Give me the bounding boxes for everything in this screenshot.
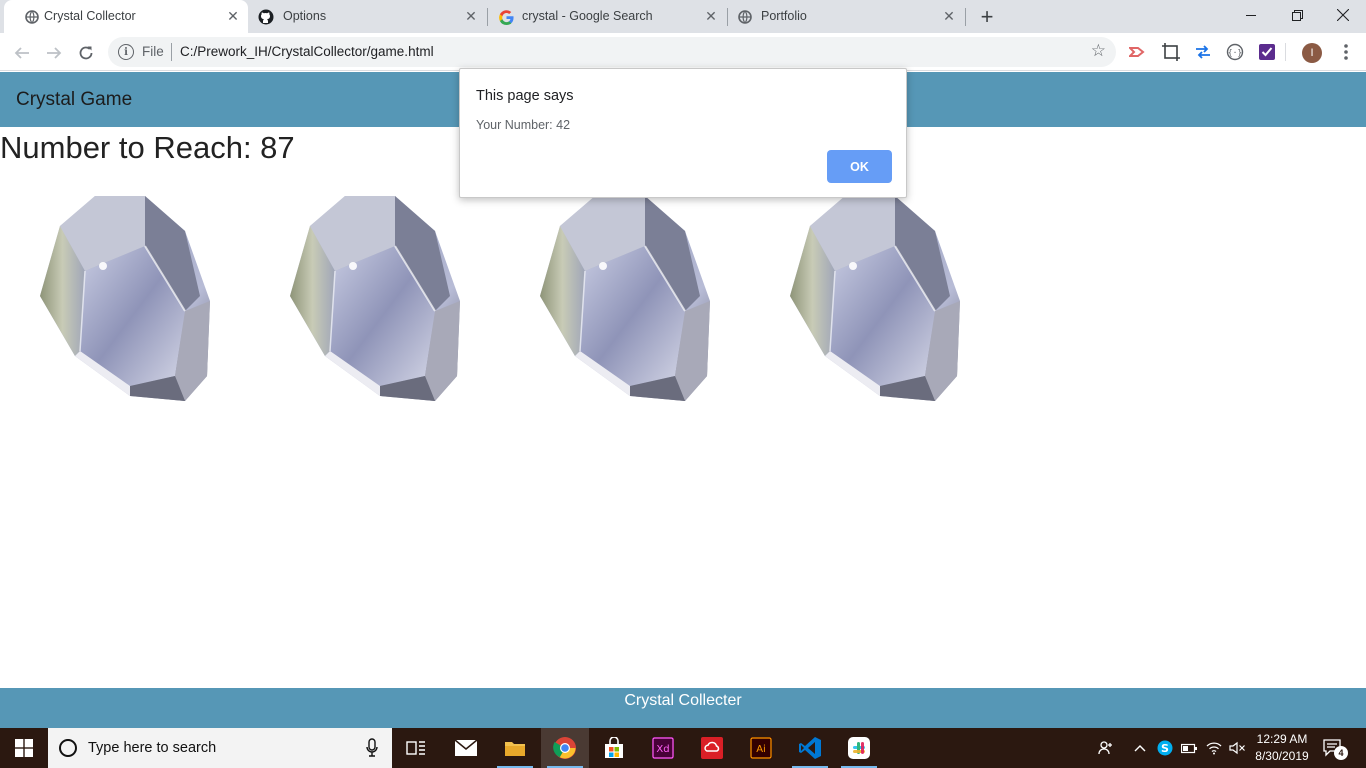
chrome-menu-icon[interactable] [1336,42,1356,62]
notification-count-badge: 4 [1334,746,1348,760]
file-explorer-icon[interactable] [491,728,539,768]
dialog-title: This page says [476,88,574,104]
tab-title: Portfolio [761,9,807,23]
windows-taskbar: Type here to search Xd Ai S 12:29 AM 8/3… [0,728,1366,768]
mail-icon[interactable] [442,728,490,768]
crystal-button-2[interactable] [280,186,470,408]
dialog-message: Your Number: 42 [476,118,571,132]
vscode-icon[interactable] [786,728,834,768]
crystal-button-4[interactable] [780,186,970,408]
tab-title: Crystal Collector [44,9,136,23]
sync-arrows-icon[interactable] [1193,42,1213,62]
windows-logo-icon [15,739,33,757]
tab-close-icon[interactable]: ✕ [462,7,480,25]
creative-cloud-icon[interactable] [688,728,736,768]
store-icon[interactable] [590,728,638,768]
google-icon [498,9,514,25]
bookmark-star-icon[interactable]: ☆ [1091,41,1106,61]
tab-close-icon[interactable]: ✕ [940,7,958,25]
skype-icon[interactable]: S [1156,738,1174,758]
tab-separator [965,8,966,26]
show-hidden-icons-chevron-icon[interactable] [1132,738,1148,758]
restore-button[interactable] [1274,0,1320,30]
microphone-icon[interactable] [366,738,378,758]
url-text[interactable]: C:/Prework_IH/CrystalCollector/game.html [180,44,434,59]
page-footer: Crystal Collecter [0,688,1366,728]
cortana-icon [59,739,77,757]
svg-text:S: S [1161,742,1169,755]
volume-muted-icon[interactable] [1228,738,1246,758]
scheme-label: File [142,44,164,59]
alert-dialog: This page says Your Number: 42 OK [459,68,907,198]
tab-crystal-collector[interactable]: Crystal Collector ✕ [4,0,248,33]
svg-text:Ai: Ai [756,744,766,755]
extension-share-icon[interactable] [1128,42,1148,62]
close-window-button[interactable] [1320,0,1366,30]
forward-button[interactable] [42,41,66,65]
footer-text: Crystal Collecter [624,692,742,709]
github-icon [258,9,274,25]
page-brand: Crystal Game [16,89,133,110]
tab-close-icon[interactable]: ✕ [224,7,242,25]
browser-toolbar: i File C:/Prework_IH/CrystalCollector/ga… [0,33,1366,71]
tab-title: crystal - Google Search [522,9,653,23]
tab-strip: Crystal Collector ✕ Options ✕ crystal - … [0,0,1366,33]
tab-google-search[interactable]: crystal - Google Search ✕ [488,0,726,33]
omnibox-divider [171,43,172,61]
reload-button[interactable] [74,41,98,65]
tab-close-icon[interactable]: ✕ [702,7,720,25]
clock-time: 12:29 AM [1256,732,1308,746]
profile-initial: I [1310,47,1314,59]
crystal-button-1[interactable] [30,186,220,408]
illustrator-icon[interactable]: Ai [737,728,785,768]
new-tab-button[interactable]: + [976,6,998,28]
address-bar[interactable]: i File C:/Prework_IH/CrystalCollector/ga… [108,37,1116,67]
target-number-heading: Number to Reach: 87 [0,130,295,165]
tab-title: Options [283,9,327,23]
code-extension-icon[interactable]: {·} [1225,42,1245,62]
profile-avatar[interactable]: I [1302,43,1322,63]
screenshot-extension-icon[interactable] [1161,42,1181,62]
globe-icon [737,9,753,25]
slack-icon[interactable] [835,728,883,768]
svg-text:{·}: {·} [1228,48,1242,57]
wifi-icon[interactable] [1205,738,1223,758]
taskbar-clock[interactable]: 12:29 AM 8/30/2019 [1254,731,1310,765]
people-icon[interactable] [1096,738,1116,758]
checkmark-extension-icon[interactable] [1257,42,1277,62]
tab-portfolio[interactable]: Portfolio ✕ [728,0,964,33]
site-info-icon[interactable]: i [118,44,134,60]
clock-date: 8/30/2019 [1255,749,1309,763]
chrome-icon[interactable] [541,728,589,768]
adobe-xd-icon[interactable]: Xd [639,728,687,768]
minimize-button[interactable] [1228,0,1274,30]
globe-icon [24,9,40,25]
crystal-button-3[interactable] [530,186,720,408]
battery-icon[interactable] [1180,738,1198,758]
taskbar-search[interactable]: Type here to search [48,728,392,768]
back-button[interactable] [10,41,34,65]
toolbar-divider [1285,43,1286,61]
action-center-icon[interactable]: 4 [1322,738,1350,760]
ok-button[interactable]: OK [827,150,892,183]
start-button[interactable] [0,728,48,768]
task-view-icon[interactable] [392,728,440,768]
svg-text:Xd: Xd [656,744,669,755]
tab-options[interactable]: Options ✕ [250,0,486,33]
search-placeholder: Type here to search [88,740,217,756]
